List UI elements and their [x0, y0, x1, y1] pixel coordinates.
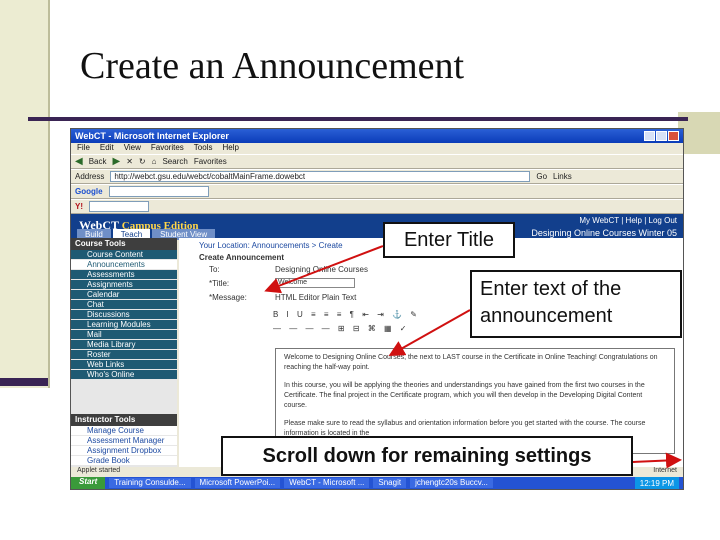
slide-divider: [48, 0, 50, 388]
sidebar-item-assessment-manager[interactable]: Assessment Manager: [71, 436, 177, 446]
yahoo-toolbar: Y!: [71, 199, 683, 214]
sidebar-item-roster[interactable]: Roster: [71, 350, 177, 360]
instructor-tools-header: Instructor Tools: [71, 414, 177, 426]
forward-icon[interactable]: ▶: [113, 156, 121, 167]
yahoo-search-input[interactable]: [89, 201, 149, 212]
sidebar-item-discussions[interactable]: Discussions: [71, 310, 177, 320]
address-bar: Address http://webct.gsu.edu/webct/cobal…: [71, 169, 683, 184]
sidebar-item-web-links[interactable]: Web Links: [71, 360, 177, 370]
home-icon[interactable]: ⌂: [152, 157, 157, 166]
course-sidebar: Course Tools Course Content Announcement…: [71, 238, 177, 468]
sidebar-item-announcements[interactable]: Announcements: [71, 260, 177, 270]
title-input[interactable]: Welcome: [275, 278, 355, 288]
clock: 12:19 PM: [634, 477, 679, 489]
back-button[interactable]: Back: [89, 157, 107, 166]
google-label: Google: [75, 187, 103, 196]
message-paragraph: Welcome to Designing Online Courses, the…: [284, 354, 658, 371]
sidebar-item-assignment-dropbox[interactable]: Assignment Dropbox: [71, 446, 177, 456]
taskbar-item[interactable]: Training Consulde...: [109, 478, 191, 488]
title-label: *Title:: [209, 278, 230, 288]
google-toolbar: Google: [71, 184, 683, 199]
nav-toolbar: ◀ Back ▶ ✕ ↻ ⌂ Search Favorites: [71, 154, 683, 169]
sidebar-item-manage-course[interactable]: Manage Course: [71, 426, 177, 436]
slide-left-band: [0, 0, 48, 388]
sidebar-item-course-content[interactable]: Course Content: [71, 250, 177, 260]
menu-edit[interactable]: Edit: [100, 143, 114, 154]
to-label: To:: [209, 264, 220, 274]
minimize-icon[interactable]: [644, 131, 655, 141]
address-input[interactable]: http://webct.gsu.edu/webct/cobaltMainFra…: [110, 171, 531, 182]
webct-top-links[interactable]: My WebCT | Help | Log Out: [579, 216, 677, 225]
refresh-icon[interactable]: ↻: [139, 157, 146, 166]
taskbar: Start Training Consulde... Microsoft Pow…: [71, 477, 683, 489]
window-title: WebCT - Microsoft Internet Explorer: [75, 131, 229, 141]
sidebar-item-assignments[interactable]: Assignments: [71, 280, 177, 290]
format-options[interactable]: HTML Editor Plain Text: [275, 293, 356, 302]
taskbar-item[interactable]: Microsoft PowerPoi...: [194, 478, 281, 488]
close-icon[interactable]: [668, 131, 679, 141]
sidebar-item-chat[interactable]: Chat: [71, 300, 177, 310]
taskbar-item[interactable]: WebCT - Microsoft ...: [284, 478, 370, 488]
go-button[interactable]: Go: [536, 172, 547, 181]
callout-scroll-down: Scroll down for remaining settings: [221, 436, 633, 476]
search-button[interactable]: Search: [162, 157, 187, 166]
message-label: *Message:: [209, 292, 247, 302]
window-titlebar: WebCT - Microsoft Internet Explorer: [71, 129, 683, 143]
address-label: Address: [75, 172, 105, 181]
menu-bar: File Edit View Favorites Tools Help: [71, 143, 683, 154]
webct-header: WebCT Campus Edition My WebCT | Help | L…: [71, 214, 683, 240]
course-tools-header: Course Tools: [71, 238, 177, 250]
editor-toolbar-formatting[interactable]: B I U ≡ ≡ ≡ ¶ ⇤ ⇥ ⚓ ✎: [273, 310, 420, 322]
message-paragraph: In this course, you will be applying the…: [284, 382, 645, 409]
callout-enter-text: Enter text of the announcement: [470, 270, 682, 338]
start-button[interactable]: Start: [71, 477, 106, 489]
yahoo-logo-icon: Y!: [75, 202, 83, 211]
google-search-input[interactable]: [108, 186, 209, 197]
menu-favorites[interactable]: Favorites: [151, 143, 184, 154]
menu-file[interactable]: File: [77, 143, 90, 154]
slide-title: Create an Announcement: [80, 45, 465, 87]
window-controls: [644, 131, 679, 141]
taskbar-item[interactable]: jchengtc20s Buccv...: [410, 478, 493, 488]
slide-left-accent: [0, 378, 48, 386]
menu-view[interactable]: View: [124, 143, 141, 154]
menu-help[interactable]: Help: [222, 143, 238, 154]
back-icon[interactable]: ◀: [75, 156, 83, 167]
title-rule: [28, 117, 688, 121]
sidebar-item-media-library[interactable]: Media Library: [71, 340, 177, 350]
links-button[interactable]: Links: [553, 172, 572, 181]
sidebar-item-calendar[interactable]: Calendar: [71, 290, 177, 300]
sidebar-item-grade-book[interactable]: Grade Book: [71, 456, 177, 466]
maximize-icon[interactable]: [656, 131, 667, 141]
sidebar-item-mail[interactable]: Mail: [71, 330, 177, 340]
callout-enter-title: Enter Title: [383, 222, 515, 258]
course-name: Designing Online Courses Winter 05: [531, 228, 677, 238]
menu-tools[interactable]: Tools: [194, 143, 213, 154]
favorites-button[interactable]: Favorites: [194, 157, 227, 166]
to-value: Designing Online Courses: [275, 264, 368, 274]
editor-toolbar-insert[interactable]: — — — — ⊞ ⊟ ⌘ ▦ ✓: [273, 324, 409, 336]
zone-text: Internet: [653, 467, 677, 474]
sidebar-item-whos-online[interactable]: Who's Online: [71, 370, 177, 380]
taskbar-item[interactable]: Snagit: [373, 478, 407, 488]
status-text: Applet started: [77, 467, 121, 474]
sidebar-item-learning-modules[interactable]: Learning Modules: [71, 320, 177, 330]
stop-icon[interactable]: ✕: [126, 157, 133, 166]
sidebar-item-assessments[interactable]: Assessments: [71, 270, 177, 280]
